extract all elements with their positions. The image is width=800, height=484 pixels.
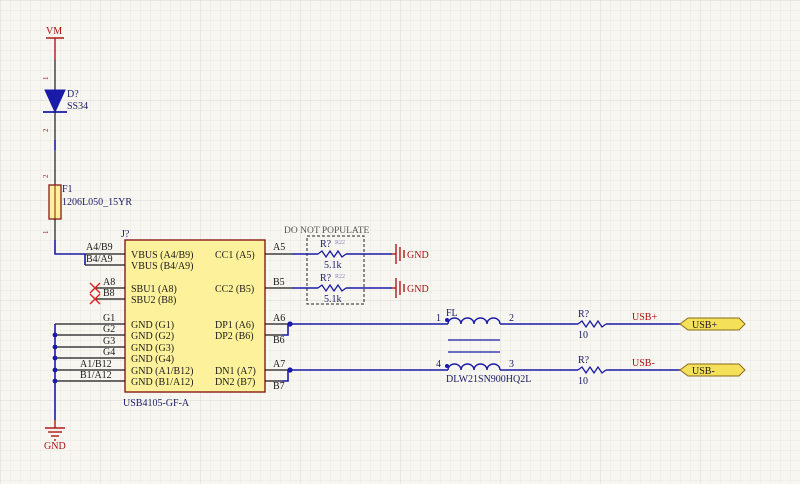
pin-name: GND (G3) [131,343,174,354]
diode-value: SS34 [67,101,88,112]
net-label-usb-plus[interactable]: USB+ [632,312,657,323]
pin-name: VBUS (A4/B9) [131,250,194,261]
pin-num: A1/B12 [80,359,112,370]
fuse-ref: F1 [62,184,73,195]
r-value: 10 [578,376,588,387]
pin-name: DN1 (A7) [215,366,256,377]
fuse-value: 1206L050_15YR [62,197,132,208]
net-label-usb-minus[interactable]: USB- [632,358,655,369]
pin-name: GND (G1) [131,320,174,331]
port-label: USB+ [692,320,717,331]
choke-part: DLW21SN900HQ2L [446,374,531,385]
pin-name: SBU2 (B8) [131,295,176,306]
port-usb-plus[interactable]: USB+ [679,317,746,331]
r-ref: R? [320,273,332,284]
dnp-label: DO NOT POPULATE [284,226,370,236]
pin-name: CC1 (A5) [215,250,255,261]
diode-pin2: 2 [42,128,50,132]
pin-name: DN2 (B7) [215,377,255,388]
fuse-pin1: 1 [42,230,50,234]
pin-name: GND (G2) [131,331,174,342]
pin-num: G2 [103,324,115,335]
pin-num: B5 [273,277,285,288]
choke-pin4: 4 [436,359,441,370]
gnd-label: GND [44,441,66,452]
r-value: 10 [578,330,588,341]
diode-pin1: 1 [42,76,50,80]
r-ref: R? [320,239,332,250]
schematic-canvas[interactable]: VM 1 2 D? SS34 2 1 F1 1206L050_15YR J? U… [0,0,800,484]
choke-pin1: 1 [436,313,441,324]
pin-name: DP2 (B6) [215,331,254,342]
pin-num: B7 [273,381,285,392]
pin-num: A5 [273,242,285,253]
choke-pin3: 3 [509,359,514,370]
pin-name: GND (B1/A12) [131,377,194,388]
pin-name: VBUS (B4/A9) [131,261,194,272]
r-tag: R22 [335,240,345,246]
pin-num: A6 [273,313,285,324]
pin-num: G4 [103,347,115,358]
pin-name: GND (A1/B12) [131,366,194,377]
pin-num: A4/B9 [86,242,113,253]
pin-num: G1 [103,313,115,324]
fuse-pin2: 2 [42,174,50,178]
choke-ref: FL [446,308,458,319]
r-tag: R22 [335,274,345,280]
connector-ref: J? [121,229,130,240]
r-ref: R? [578,309,590,320]
pin-num: A7 [273,359,285,370]
pin-name: DP1 (A6) [215,320,254,331]
pin-name: SBU1 (A8) [131,284,177,295]
r-value: 5.1k [324,294,342,305]
pin-num: A8 [103,277,115,288]
pin-num: B8 [103,288,115,299]
port-usb-minus[interactable]: USB- [679,363,746,377]
diode-ref: D? [67,89,79,100]
pin-name: GND (G4) [131,354,174,365]
choke-pin2: 2 [509,313,514,324]
pin-num: G3 [103,336,115,347]
gnd-label: GND [407,250,429,261]
pin-name: CC2 (B5) [215,284,254,295]
r-value: 5.1k [324,260,342,271]
port-label: USB- [692,366,715,377]
gnd-label: GND [407,284,429,295]
vm-label: VM [46,26,62,37]
pin-num: B4/A9 [86,254,113,265]
r-ref: R? [578,355,590,366]
connector-part: USB4105-GF-A [123,398,190,409]
pin-num: B6 [273,335,285,346]
pin-num: B1/A12 [80,370,112,381]
